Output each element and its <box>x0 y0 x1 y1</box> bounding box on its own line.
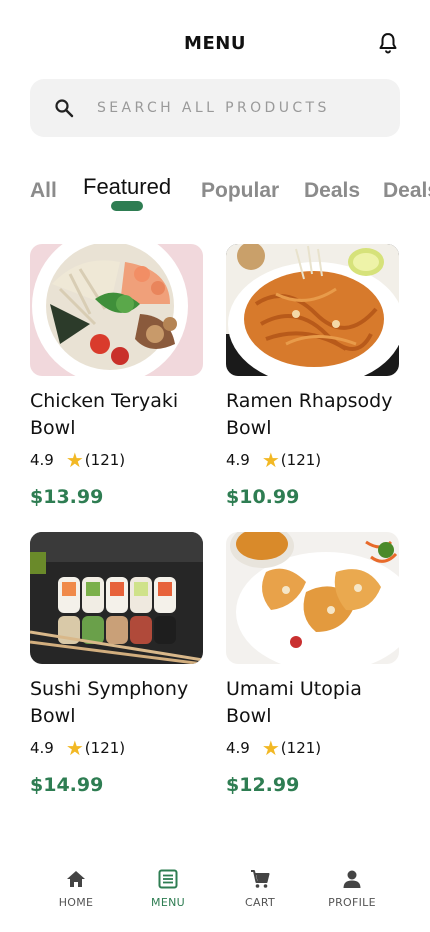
category-tabs: All Featured Popular Deals Deals <box>30 172 430 217</box>
product-image-umami-bowl <box>226 532 399 664</box>
tab-popular[interactable]: Popular <box>201 179 279 203</box>
tab-all[interactable]: All <box>30 179 57 203</box>
star-icon: ★ <box>65 448 84 472</box>
star-icon: ★ <box>65 736 84 760</box>
person-icon <box>343 870 361 888</box>
star-icon: ★ <box>261 448 280 472</box>
nav-cart[interactable]: CART <box>214 860 306 909</box>
product-card[interactable]: Sushi Symphony Bowl 4.9 ★ (121) $14.99 <box>30 532 203 796</box>
product-name: Chicken Teryaki Bowl <box>30 390 179 439</box>
review-count: (121) <box>280 451 322 469</box>
product-rating: 4.9 ★ (121) <box>226 450 399 470</box>
rating-value: 4.9 <box>30 739 54 757</box>
search-input[interactable] <box>97 100 377 116</box>
product-price: $12.99 <box>226 774 300 796</box>
star-icon: ★ <box>261 736 280 760</box>
nav-menu[interactable]: MENU <box>122 860 214 909</box>
cart-icon <box>251 870 270 888</box>
review-count: (121) <box>280 739 322 757</box>
search-icon <box>55 99 74 118</box>
tab-deals-2[interactable]: Deals <box>383 179 430 203</box>
product-price: $10.99 <box>226 486 300 508</box>
review-count: (121) <box>84 739 126 757</box>
menu-list-icon <box>158 869 178 889</box>
nav-label: CART <box>245 896 275 909</box>
bottom-nav: HOME MENU CART PROFILE <box>30 860 400 920</box>
review-count: (121) <box>84 451 126 469</box>
product-card[interactable]: Umami Utopia Bowl 4.9 ★ (121) $12.99 <box>226 532 399 796</box>
product-image-ramen-bowl <box>226 244 399 376</box>
product-rating: 4.9 ★ (121) <box>30 450 203 470</box>
product-card[interactable]: Chicken Teryaki Bowl 4.9 ★ (121) $13.99 <box>30 244 203 508</box>
nav-label: MENU <box>151 896 185 909</box>
bell-icon[interactable] <box>376 31 400 55</box>
product-name: Ramen Rhapsody Bowl <box>226 390 393 439</box>
nav-label: PROFILE <box>328 896 376 909</box>
product-image-sushi-bowl <box>30 532 203 664</box>
product-name: Umami Utopia Bowl <box>226 678 362 727</box>
nav-label: HOME <box>58 896 94 909</box>
rating-value: 4.9 <box>30 451 54 469</box>
header: MENU <box>0 0 430 80</box>
rating-value: 4.9 <box>226 451 250 469</box>
home-icon <box>67 871 85 887</box>
product-rating: 4.9 ★ (121) <box>30 738 203 758</box>
nav-profile[interactable]: PROFILE <box>306 860 398 909</box>
tab-deals[interactable]: Deals <box>304 179 360 203</box>
product-card[interactable]: Ramen Rhapsody Bowl 4.9 ★ (121) $10.99 <box>226 244 399 508</box>
nav-home[interactable]: HOME <box>30 860 122 909</box>
product-image-chicken-bowl <box>30 244 203 376</box>
page-title: MENU <box>184 33 246 54</box>
active-tab-indicator <box>111 201 143 211</box>
rating-value: 4.9 <box>226 739 250 757</box>
product-price: $14.99 <box>30 774 104 796</box>
product-price: $13.99 <box>30 486 104 508</box>
tab-featured[interactable]: Featured <box>83 174 171 200</box>
product-name: Sushi Symphony Bowl <box>30 678 189 727</box>
product-rating: 4.9 ★ (121) <box>226 738 399 758</box>
search-bar[interactable] <box>30 79 400 137</box>
